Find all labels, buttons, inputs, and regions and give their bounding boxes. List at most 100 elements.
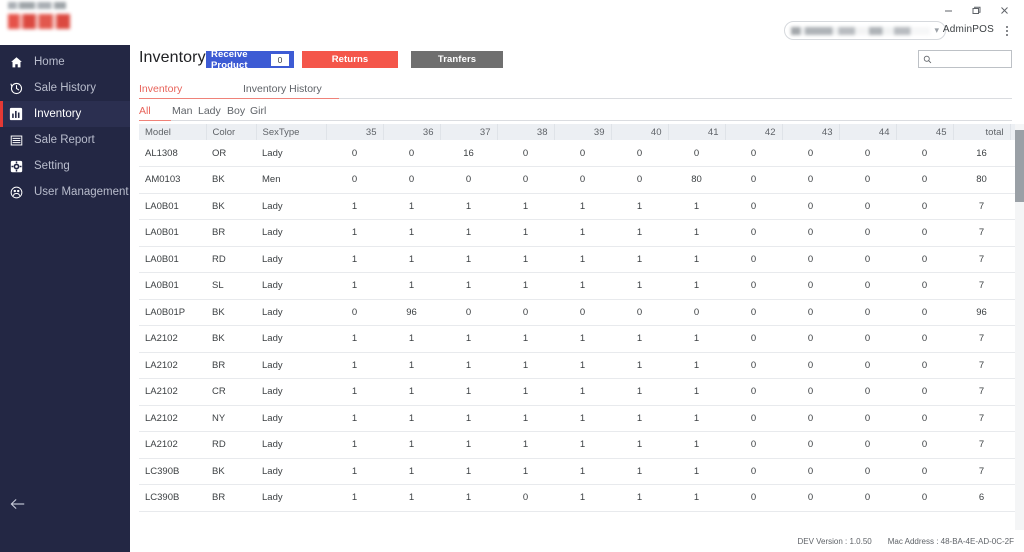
table-row[interactable]: LA2102 NY Lady 1 1 1 1 1 1 1 0 0 0 0 7 (139, 405, 1015, 432)
cell-size-40: 0 (611, 140, 668, 167)
tab-inventory[interactable]: Inventory (139, 80, 339, 99)
application-window: ▾ AdminPOS Home Sale History Inventory S… (0, 0, 1024, 552)
column-header-42: 42 (725, 124, 783, 140)
cell-total: 7 (953, 405, 1010, 432)
table-row[interactable]: LA0B01 BR Lady 1 1 1 1 1 1 1 0 0 0 0 7 (139, 219, 1015, 247)
arrow-left-icon[interactable] (8, 494, 28, 514)
cell-size-44: 0 (839, 193, 896, 220)
tab-girl[interactable]: Girl (250, 102, 266, 121)
cell-size-36: 1 (383, 484, 440, 512)
version-label: DEV Version : 1.0.50 (797, 536, 872, 546)
cell-size-41: 1 (668, 352, 725, 379)
tab-all[interactable]: All (139, 102, 171, 121)
cell-size-36: 0 (383, 140, 440, 167)
cell-size-43: 0 (782, 405, 839, 432)
table-row[interactable]: AL1308 OR Lady 0 0 16 0 0 0 0 0 0 0 0 16 (139, 140, 1015, 167)
sidebar-item-user-management[interactable]: User Management (0, 179, 130, 205)
cell-size-39: 0 (554, 140, 611, 167)
sidebar-item-inventory[interactable]: Inventory (0, 101, 130, 127)
cell-size-44: 0 (839, 352, 896, 379)
cell-sextype: Lady (256, 484, 326, 512)
page-title: Inventory (139, 49, 206, 66)
cell-size-40: 1 (611, 352, 668, 379)
table-row[interactable]: LA0B01P BK Lady 0 96 0 0 0 0 0 0 0 0 0 96 (139, 299, 1015, 326)
admin-user-label: AdminPOS (942, 24, 994, 35)
cell-size-35: 1 (326, 219, 383, 247)
cell-size-42: 0 (725, 405, 782, 432)
sidebar-item-home[interactable]: Home (0, 49, 130, 75)
account-selector[interactable]: ▾ (784, 21, 946, 40)
cell-size-39: 1 (554, 219, 611, 247)
cell-size-39: 1 (554, 484, 611, 512)
vertical-scrollbar[interactable] (1015, 124, 1024, 530)
column-header-41: 41 (668, 124, 726, 140)
sidebar-item-list: Home Sale History Inventory Sale Report … (0, 45, 130, 205)
cell-size-35: 1 (326, 193, 383, 220)
transfers-button[interactable]: Tranfers (411, 51, 503, 68)
table-row[interactable]: AM0103 BK Men 0 0 0 0 0 0 80 0 0 0 0 80 (139, 166, 1015, 194)
cell-color: NY (206, 405, 256, 432)
sidebar-item-setting[interactable]: Setting (0, 153, 130, 179)
table-row[interactable]: LA2102 CR Lady 1 1 1 1 1 1 1 0 0 0 0 7 (139, 378, 1015, 406)
sidebar-item-sale-history[interactable]: Sale History (0, 75, 130, 101)
cell-sextype: Lady (256, 378, 326, 406)
table-row[interactable]: LA2102 BR Lady 1 1 1 1 1 1 1 0 0 0 0 7 (139, 352, 1015, 379)
minimize-icon[interactable] (934, 0, 962, 20)
cell-size-38: 0 (497, 166, 554, 194)
table-row[interactable]: LC390B BR Lady 1 1 1 0 1 1 1 0 0 0 0 6 (139, 484, 1015, 512)
tab-boy[interactable]: Boy (227, 102, 245, 121)
cell-model: LA2102 (139, 378, 206, 406)
cell-size-36: 1 (383, 325, 440, 353)
search-box[interactable] (918, 50, 1012, 68)
table-row[interactable]: LA0B01 SL Lady 1 1 1 1 1 1 1 0 0 0 0 7 (139, 272, 1015, 300)
cell-size-35: 0 (326, 166, 383, 194)
scrollbar-thumb[interactable] (1015, 130, 1024, 202)
receive-product-button[interactable]: Receive Product 0 (206, 49, 294, 71)
cell-size-39: 1 (554, 246, 611, 273)
table-row[interactable]: LA0B01 BK Lady 1 1 1 1 1 1 1 0 0 0 0 7 (139, 193, 1015, 220)
tab-man[interactable]: Man (172, 102, 192, 121)
cell-size-38: 1 (497, 352, 554, 379)
tab-label: Man (172, 105, 193, 117)
restore-icon[interactable] (962, 0, 990, 20)
cell-size-45: 0 (896, 193, 953, 220)
cell-size-40: 1 (611, 193, 668, 220)
tab-label: Inventory History (243, 83, 322, 95)
tab-active-indicator (139, 119, 171, 121)
cell-size-45: 0 (896, 352, 953, 379)
cell-size-41: 0 (668, 299, 725, 326)
cell-size-40: 1 (611, 219, 668, 247)
tab-lady[interactable]: Lady (198, 102, 221, 121)
cell-size-42: 0 (725, 140, 782, 167)
cell-size-43: 0 (782, 166, 839, 194)
close-icon[interactable] (990, 0, 1018, 20)
category-tabs: All Man Lady Boy Girl (130, 102, 1024, 121)
column-header-45: 45 (896, 124, 954, 140)
cell-size-44: 0 (839, 166, 896, 194)
cell-total: 7 (953, 193, 1010, 220)
cell-size-44: 0 (839, 378, 896, 406)
cell-size-37: 1 (440, 193, 497, 220)
cell-size-44: 0 (839, 458, 896, 485)
column-header-44: 44 (839, 124, 897, 140)
table-row[interactable]: LC390B BK Lady 1 1 1 1 1 1 1 0 0 0 0 7 (139, 458, 1015, 485)
table-row[interactable]: LA2102 RD Lady 1 1 1 1 1 1 1 0 0 0 0 7 (139, 431, 1015, 459)
cell-size-40: 1 (611, 272, 668, 300)
more-vertical-icon[interactable] (1000, 21, 1014, 41)
table-row[interactable]: LA0B01 RD Lady 1 1 1 1 1 1 1 0 0 0 0 7 (139, 246, 1015, 273)
cell-size-39: 1 (554, 325, 611, 353)
column-header-37: 37 (440, 124, 498, 140)
cell-sextype: Men (256, 166, 326, 194)
cell-color: BK (206, 193, 256, 220)
cell-size-40: 1 (611, 246, 668, 273)
search-input[interactable] (935, 54, 1007, 64)
bar-chart-icon (8, 106, 24, 122)
cell-size-36: 1 (383, 378, 440, 406)
cell-sextype: Lady (256, 193, 326, 220)
sidebar-item-sale-report[interactable]: Sale Report (0, 127, 130, 153)
cell-size-36: 1 (383, 193, 440, 220)
returns-button[interactable]: Returns (302, 51, 398, 68)
table-row[interactable]: LA2102 BK Lady 1 1 1 1 1 1 1 0 0 0 0 7 (139, 325, 1015, 353)
cell-total: 7 (953, 272, 1010, 300)
tab-inventory-history[interactable]: Inventory History (243, 80, 322, 99)
